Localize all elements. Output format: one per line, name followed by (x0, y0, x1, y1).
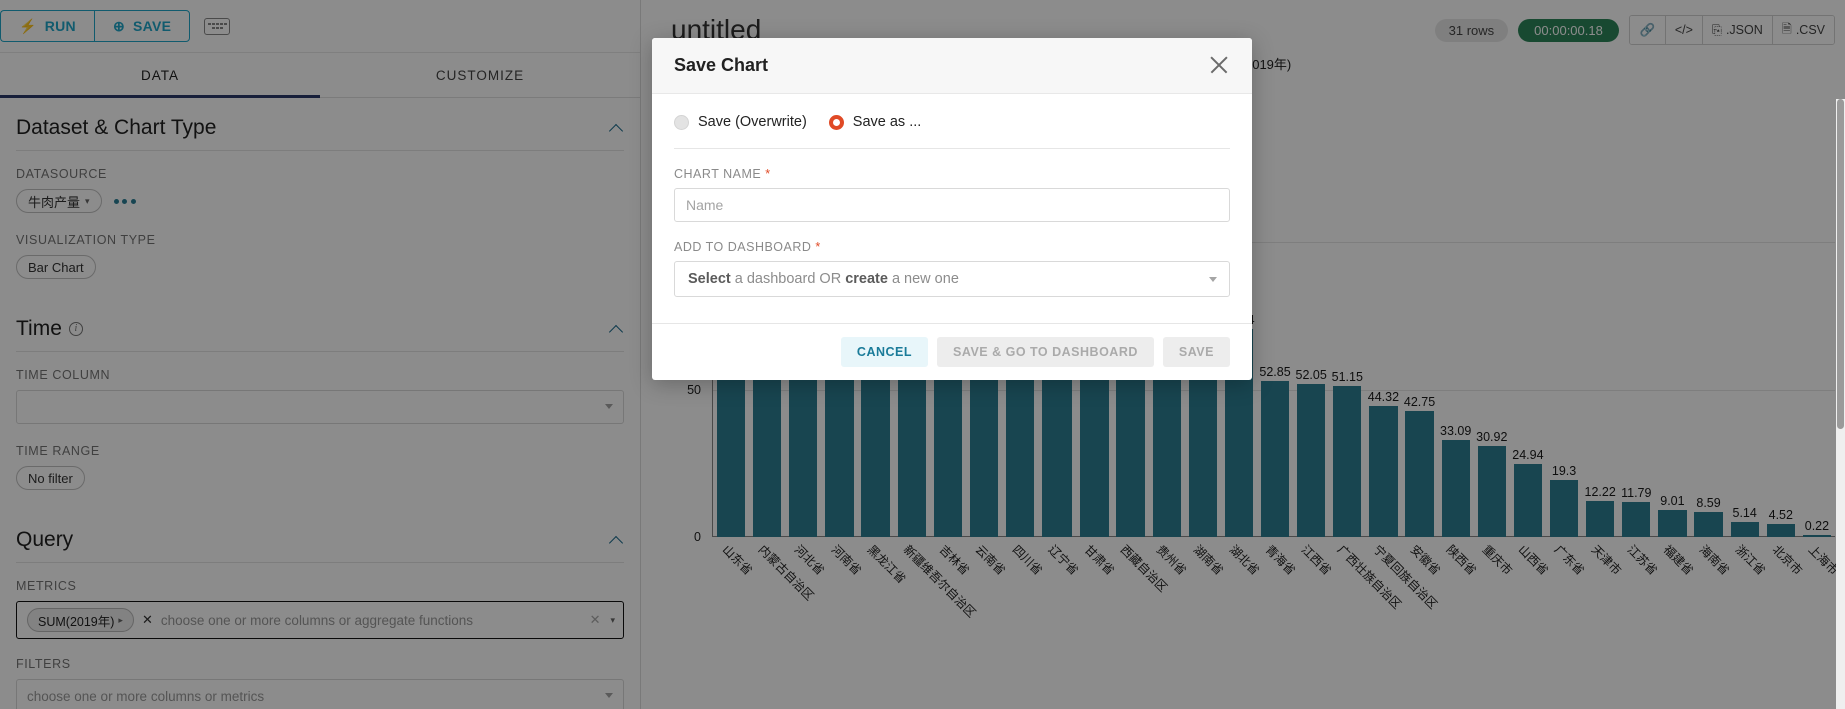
divider (674, 148, 1230, 149)
save-mode-radio-group: Save (Overwrite) Save as ... (674, 114, 1230, 148)
modal-body: Save (Overwrite) Save as ... CHART NAME … (652, 94, 1252, 305)
dashboard-select-end: a new one (887, 271, 959, 287)
scrollbar-thumb[interactable] (1837, 99, 1844, 429)
save-chart-modal: Save Chart Save (Overwrite) Save as ... … (652, 38, 1252, 380)
radio-save-as[interactable]: Save as ... (828, 114, 922, 130)
required-asterisk: * (765, 167, 771, 181)
chart-name-input[interactable] (674, 188, 1230, 222)
radio-save-overwrite[interactable]: Save (Overwrite) (674, 114, 807, 130)
dashboard-select-select-word: Select (688, 271, 731, 287)
modal-title: Save Chart (674, 55, 769, 75)
cancel-button[interactable]: CANCEL (840, 337, 929, 367)
dashboard-select-create-word: create (845, 271, 888, 287)
dashboard-select-mid: a dashboard OR (730, 271, 846, 287)
radio-dot-overwrite (674, 114, 689, 130)
radio-overwrite-label: Save (Overwrite) (698, 114, 807, 130)
add-to-dashboard-label: ADD TO DASHBOARD * (674, 240, 1230, 254)
radio-dot-save-as (828, 114, 844, 130)
close-icon[interactable] (1204, 50, 1234, 80)
radio-save-as-label: Save as ... (852, 114, 922, 130)
chart-name-label: CHART NAME * (674, 167, 1230, 181)
chevron-down-icon (1209, 277, 1217, 282)
app-root: ⚡ RUN ⊕ SAVE DATA CUSTOMIZE Dataset & Ch… (0, 0, 1845, 709)
save-and-go-to-dashboard-button[interactable]: SAVE & GO TO DASHBOARD (937, 337, 1154, 367)
add-to-dashboard-label-text: ADD TO DASHBOARD (674, 240, 812, 254)
required-asterisk: * (815, 240, 821, 254)
page-scrollbar[interactable] (1836, 99, 1845, 709)
modal-save-button[interactable]: SAVE (1162, 337, 1230, 367)
dashboard-select[interactable]: Select a dashboard OR create a new one (674, 261, 1230, 297)
modal-footer: CANCEL SAVE & GO TO DASHBOARD SAVE (652, 323, 1252, 380)
dashboard-select-text: Select a dashboard OR create a new one (688, 271, 959, 287)
chart-name-label-text: CHART NAME (674, 167, 762, 181)
modal-header: Save Chart (652, 38, 1252, 94)
